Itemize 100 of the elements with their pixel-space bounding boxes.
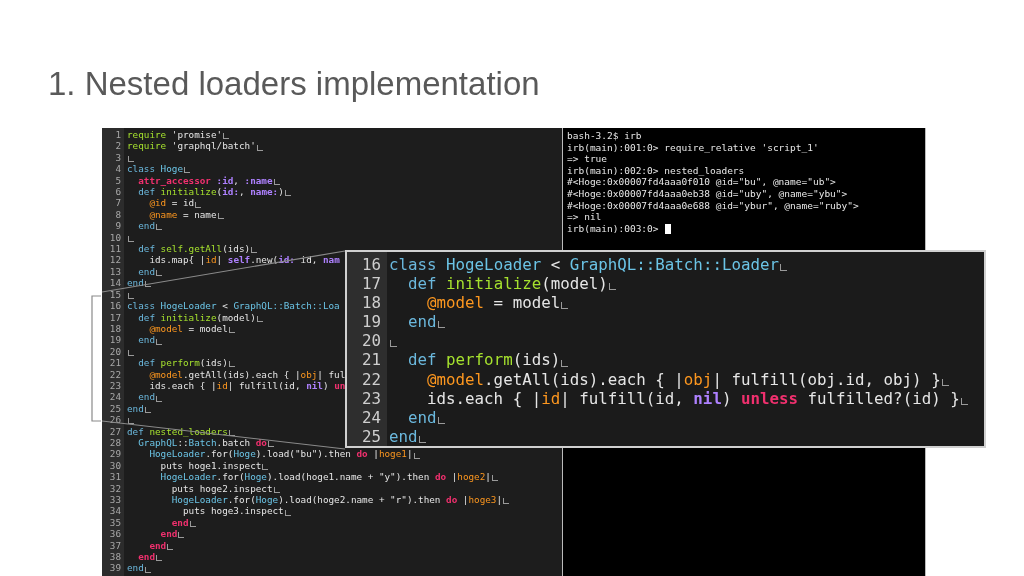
line-number: 20 — [108, 345, 121, 358]
code-line: puts hoge1.inspect — [159, 459, 262, 472]
line-number: 1 — [114, 129, 121, 141]
line-number: 10 — [108, 231, 121, 244]
line-number: 8 — [114, 208, 121, 221]
code-line: end — [170, 516, 189, 529]
code-line: @model = model — [148, 322, 228, 335]
code-line: def initialize(model) — [407, 274, 608, 294]
code-line: class HogeLoader < GraphQL::Batch::Loa — [127, 300, 340, 312]
terminal-line: irb(main):003:0> — [567, 222, 659, 235]
line-number: 14 — [108, 277, 121, 289]
code-line: class Hoge — [127, 163, 183, 175]
code-line: end — [407, 407, 437, 427]
terminal-line: bash-3.2$ irb — [567, 130, 642, 142]
line-number: 34 — [108, 505, 121, 517]
line-number: 24 — [108, 391, 121, 403]
line-number: 7 — [114, 197, 121, 209]
line-number: 22 — [360, 369, 381, 389]
line-number: 22 — [108, 368, 121, 380]
line-number: 5 — [114, 174, 121, 187]
line-number: 16 — [360, 255, 381, 275]
line-number: 18 — [108, 322, 121, 335]
code-line: ids.map{ |id| self.new(id: id, nam — [148, 254, 340, 266]
code-line: @name = name — [148, 208, 217, 221]
line-number: 20 — [360, 331, 381, 351]
line-number: 21 — [360, 350, 381, 370]
code-line: def initialize(model) — [137, 311, 256, 323]
code-line: end — [159, 528, 178, 540]
code-line: @model.getAll(ids).each { |obj| fulfill(obj.id, obj) } — [426, 369, 941, 389]
line-number: 25 — [360, 426, 381, 446]
code-line: def nested_loaders — [127, 425, 228, 437]
terminal-line: #<Hoge:0x00007fd4aaa0eb38 @id="uby", @name="ybu"> — [567, 187, 848, 200]
terminal-line: => true — [567, 153, 608, 165]
line-number: 27 — [108, 425, 121, 437]
code-line: def initialize(id:, name:) — [137, 186, 284, 198]
line-number: 23 — [360, 388, 381, 408]
code-line: end — [148, 539, 167, 552]
code-line: ids.each { |id| fulfill(id, nil) un — [148, 379, 346, 392]
line-number: 38 — [108, 551, 121, 563]
code-line: require 'graphql/batch' — [127, 140, 256, 152]
line-number: 21 — [108, 357, 121, 369]
line-number: 33 — [108, 494, 121, 506]
code-line: HogeLoader.for(Hoge).load(hoge2.name + "r").then do |hoge3| — [170, 494, 503, 506]
line-number: 37 — [108, 539, 121, 552]
line-number: 30 — [108, 459, 121, 472]
code-line: attr_accessor :id, :name — [137, 174, 273, 187]
code-line: @model = model — [426, 293, 561, 313]
code-line: end — [127, 402, 144, 415]
line-number: 17 — [108, 311, 121, 323]
code-line: @model.getAll(ids).each { |obj| ful — [148, 368, 346, 380]
line-number: 17 — [360, 274, 381, 294]
line-number: 28 — [108, 436, 121, 449]
terminal-line: #<Hoge:0x00007fd4aaa0e688 @id="ybur", @name="ruby"> — [567, 199, 859, 212]
line-number: 4 — [114, 163, 121, 175]
slide-title: 1. Nested loaders implementation — [47, 64, 541, 104]
terminal-line: => nil — [567, 211, 602, 223]
terminal-line: irb(main):002:0> nested_loaders — [567, 164, 745, 177]
line-number: 15 — [108, 288, 121, 301]
line-number: 25 — [108, 402, 121, 415]
code-line: def perform(ids) — [137, 357, 228, 369]
code-line: end — [137, 391, 155, 403]
code-line: end — [389, 426, 418, 446]
line-number: 16 — [108, 300, 121, 312]
line-number: 2 — [114, 140, 121, 152]
code-line: HogeLoader.for(Hoge).load(hoge1.name + "y").then do |hoge2| — [159, 471, 491, 483]
line-number: 18 — [360, 293, 381, 313]
code-line: end — [137, 220, 155, 232]
line-number: 13 — [108, 265, 121, 278]
line-number: 11 — [108, 243, 121, 255]
line-number: 24 — [360, 407, 381, 427]
code-line: ids.each { |id| fulfill(id, nil) unless fulfilled?(id) } — [426, 388, 960, 408]
code-line: HogeLoader.for(Hoge).load("bu").then do |hoge1| — [148, 448, 413, 460]
terminal-line: irb(main):001:0> require_relative 'script_1' — [567, 141, 819, 154]
code-line: puts hoge2.inspect — [170, 482, 273, 494]
code-line: def perform(ids) — [407, 350, 561, 370]
code-line: end — [127, 277, 144, 289]
line-number: 39 — [108, 562, 121, 574]
code-line: require 'promise' — [127, 129, 223, 141]
code-line: end — [407, 312, 437, 332]
line-number: 9 — [114, 220, 121, 232]
code-line: GraphQL::Batch.batch do — [137, 436, 267, 449]
line-number: 19 — [360, 312, 381, 332]
terminal-line: #<Hoge:0x00007fd4aaa0f010 @id="bu", @name="ub"> — [567, 176, 836, 188]
code-line: end — [137, 265, 155, 278]
code-line: end — [127, 562, 144, 574]
code-line: def self.getAll(ids) — [137, 243, 251, 255]
line-number: 3 — [114, 151, 121, 164]
line-number: 19 — [108, 334, 121, 346]
code-line: puts hoge3.inspect — [181, 505, 284, 517]
line-number: 35 — [108, 516, 121, 529]
line-number: 26 — [108, 414, 121, 426]
line-number: 12 — [108, 254, 121, 266]
code-line: class HogeLoader < GraphQL::Batch::Loader — [389, 255, 779, 275]
line-number: 29 — [108, 448, 121, 460]
line-number: 6 — [114, 186, 121, 198]
code-line: end — [137, 334, 155, 346]
code-line: @id = id — [148, 197, 195, 209]
line-number: 23 — [108, 379, 121, 392]
line-number: 36 — [108, 528, 121, 540]
code-line: end — [137, 551, 155, 563]
